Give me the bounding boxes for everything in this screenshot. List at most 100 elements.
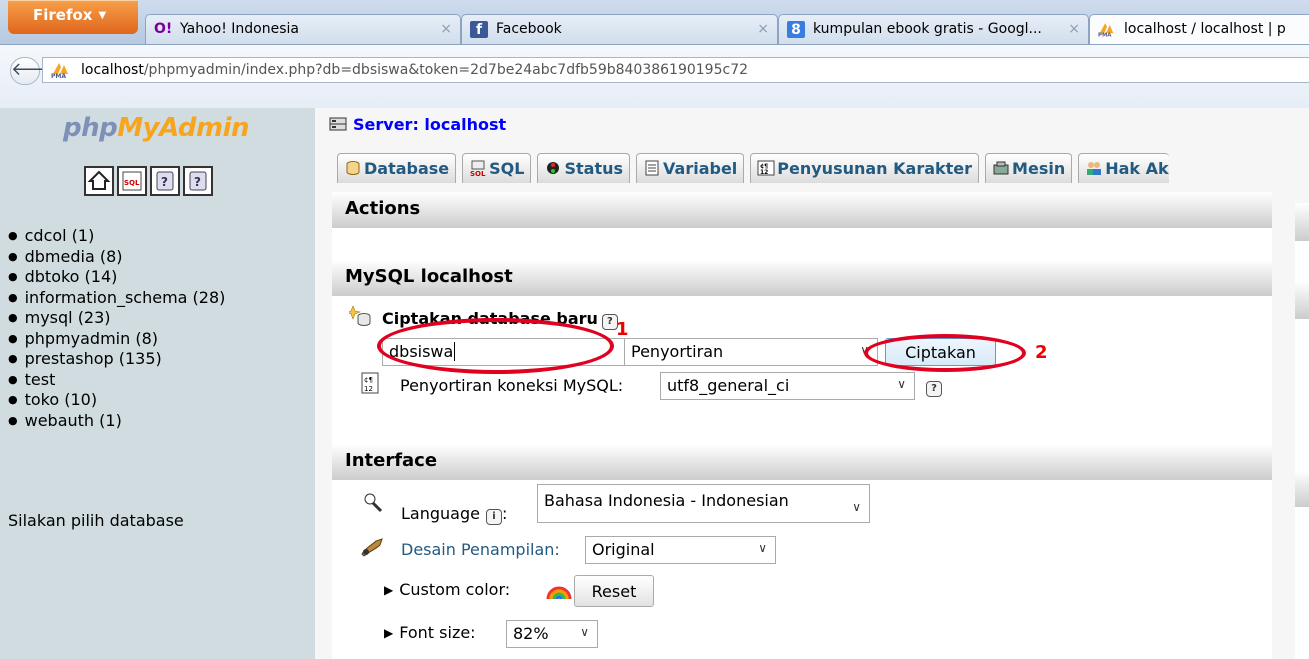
server-icon (329, 117, 347, 131)
collation-select[interactable]: Penyortiran ∨ (624, 338, 878, 366)
language-icon (364, 493, 383, 513)
theme-link[interactable]: Desain Penampilan: (401, 540, 560, 559)
help-icon[interactable]: ? (926, 381, 942, 397)
browser-nav-bar: 🡐 PMA localhost/phpmyadmin/index.php?db=… (0, 45, 1309, 108)
list-item[interactable]: ● mysql (23) (8, 308, 225, 329)
chevron-down-icon: ∨ (580, 625, 589, 639)
close-icon[interactable]: × (757, 21, 769, 37)
database-link[interactable]: webauth (1) (25, 411, 122, 430)
phpmyadmin-favicon-icon: PMA (1098, 23, 1114, 38)
logo-php: php (63, 113, 118, 143)
tab-label: SQL (489, 159, 525, 178)
language-label: Language (401, 504, 480, 523)
server-menu-tabs: Database SQL SQL Status Variabel ¢¶ 12 Penyusun… (337, 153, 1175, 183)
list-item[interactable]: ● toko (10) (8, 390, 225, 411)
svg-text:SQL: SQL (470, 170, 486, 176)
svg-text:12: 12 (760, 169, 768, 176)
charset-icon: ¢¶12 (757, 160, 775, 176)
status-icon (547, 162, 560, 174)
tab-charset[interactable]: ¢¶ 12 Penyusunan Karakter (750, 153, 980, 183)
close-icon[interactable]: × (1068, 21, 1080, 37)
collation-value: Penyortiran (631, 342, 724, 361)
tab-label: Hak Ak (1105, 159, 1169, 178)
select-database-prompt: Silakan pilih database (8, 511, 184, 530)
svg-text:SQL: SQL (124, 179, 140, 187)
tab-label: Database (364, 159, 450, 178)
help-docs-icon[interactable]: ? (150, 166, 180, 196)
engines-icon (993, 161, 1009, 175)
list-item[interactable]: ● prestashop (135) (8, 349, 225, 370)
database-link[interactable]: test (25, 370, 56, 389)
font-size-select[interactable]: 82% ∨ (506, 620, 598, 648)
firefox-menu-label: Firefox (33, 6, 93, 24)
tab-engines[interactable]: Mesin (985, 153, 1073, 183)
tab-yahoo[interactable]: O! Yahoo! Indonesia × (145, 14, 461, 44)
right-panel-edge (1295, 203, 1309, 659)
database-link[interactable]: dbmedia (8) (25, 247, 123, 266)
mysql-docs-icon[interactable]: ? (183, 166, 213, 196)
tab-label: Penyusunan Karakter (777, 159, 973, 178)
svg-text:PMA: PMA (1098, 33, 1112, 38)
logo-my: My (117, 113, 160, 143)
language-value: Bahasa Indonesia - Indonesian (544, 491, 789, 510)
tab-status[interactable]: Status (537, 153, 631, 183)
svg-text:12: 12 (364, 385, 373, 393)
connection-collation-label: Penyortiran koneksi MySQL: (400, 376, 624, 395)
google-favicon-icon: 8 (787, 21, 805, 38)
database-link[interactable]: toko (10) (25, 390, 97, 409)
back-button[interactable]: 🡐 (10, 57, 59, 85)
theme-icon (361, 538, 383, 557)
language-label-wrap: Language i: (401, 504, 508, 525)
tab-facebook[interactable]: f Facebook × (461, 14, 778, 44)
custom-color-toggle[interactable]: ▶ Custom color: (384, 580, 510, 599)
database-link[interactable]: mysql (23) (25, 308, 111, 327)
chevron-down-icon: ∨ (897, 377, 906, 391)
collation-icon: ¢¶12 (361, 372, 379, 394)
tab-google-search[interactable]: 8 kumpulan ebook gratis - Googl... × (778, 14, 1089, 44)
server-breadcrumb[interactable]: Server: localhost (329, 115, 506, 134)
create-database-icon (349, 305, 371, 326)
tab-privileges[interactable]: Hak Ak (1078, 153, 1169, 183)
theme-value: Original (592, 540, 655, 559)
list-item[interactable]: ● cdcol (1) (8, 226, 225, 247)
reset-color-button[interactable]: Reset (574, 575, 654, 607)
chevron-down-icon: ▼ (98, 10, 107, 21)
phpmyadmin-logo[interactable]: phpMyAdmin (63, 113, 250, 143)
list-item[interactable]: ● dbtoko (14) (8, 267, 225, 288)
annotation-number-2: 2 (1035, 342, 1048, 363)
url-bar[interactable]: PMA localhost/phpmyadmin/index.php?db=db… (42, 57, 1309, 83)
svg-text:?: ? (161, 175, 168, 189)
main-panel: Server: localhost Database SQL SQL Status Va… (315, 108, 1309, 659)
firefox-menu-button[interactable]: Firefox ▼ (8, 0, 138, 34)
database-link[interactable]: information_schema (28) (25, 288, 226, 307)
database-link[interactable]: dbtoko (14) (25, 267, 118, 286)
tab-variables[interactable]: Variabel (636, 153, 745, 183)
language-select[interactable]: Bahasa Indonesia - Indonesian ∨ (537, 484, 870, 523)
sql-query-icon[interactable]: SQL (117, 166, 147, 196)
info-icon[interactable]: i (485, 509, 502, 525)
tab-database[interactable]: Database (337, 153, 457, 183)
home-icon[interactable] (84, 166, 114, 196)
url-path: /phpmyadmin/index.php?db=dbsiswa&token=2… (143, 62, 749, 78)
tab-sql[interactable]: SQL SQL (462, 153, 532, 183)
site-favicon-icon: PMA (51, 63, 68, 78)
list-item[interactable]: ● webauth (1) (8, 411, 225, 432)
chevron-down-icon: ∨ (758, 541, 767, 555)
database-link[interactable]: cdcol (1) (25, 226, 95, 245)
annotation-ellipse-2 (864, 334, 1026, 372)
expand-triangle-icon: ▶ (384, 626, 394, 640)
connection-collation-select[interactable]: utf8_general_ci ∨ (660, 372, 915, 400)
database-link[interactable]: phpmyadmin (8) (25, 329, 158, 348)
theme-select[interactable]: Original ∨ (585, 536, 776, 564)
logo-admin: Admin (159, 113, 250, 143)
svg-text:?: ? (194, 175, 201, 189)
database-link[interactable]: prestashop (135) (25, 349, 162, 368)
close-icon[interactable]: × (440, 21, 452, 37)
interface-heading: Interface (332, 444, 1272, 480)
list-item[interactable]: ● test (8, 370, 225, 391)
list-item[interactable]: ● dbmedia (8) (8, 247, 225, 268)
list-item[interactable]: ● phpmyadmin (8) (8, 329, 225, 350)
tab-localhost[interactable]: PMA localhost / localhost | p (1089, 14, 1309, 44)
facebook-favicon-icon: f (470, 21, 488, 38)
list-item[interactable]: ● information_schema (28) (8, 288, 225, 309)
